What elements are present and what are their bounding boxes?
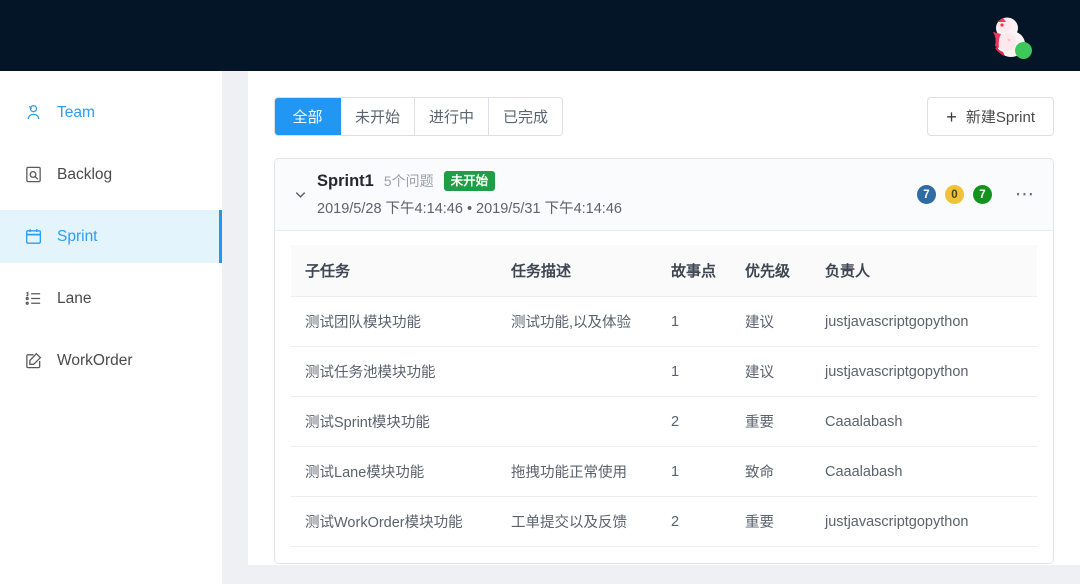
cell-owner: Caaalabash xyxy=(811,396,1037,447)
table-body: 测试团队模块功能 测试功能,以及体验 1 建议 justjavascriptgo… xyxy=(291,296,1037,547)
sprint-card-header[interactable]: Sprint1 5个问题 未开始 2019/5/28 下午4:14:46 • 2… xyxy=(275,159,1053,231)
table-row[interactable]: 测试Sprint模块功能 2 重要 Caaalabash xyxy=(291,396,1037,447)
cell-priority: 建议 xyxy=(731,296,811,347)
filter-tab-completed[interactable]: 已完成 xyxy=(489,98,563,135)
sprint-info: Sprint1 5个问题 未开始 2019/5/28 下午4:14:46 • 2… xyxy=(313,171,917,218)
cell-subtask: 测试团队模块功能 xyxy=(291,296,497,347)
cell-owner: Caaalabash xyxy=(811,446,1037,497)
cell-owner: justjavascriptgopython xyxy=(811,296,1037,347)
app-root: Team Backlog Sprint Lane WorkOrder 全部 未开… xyxy=(0,0,1080,584)
status-badge: 未开始 xyxy=(443,171,496,191)
cell-priority: 致命 xyxy=(731,446,811,497)
column-header-owner: 负责人 xyxy=(811,245,1037,297)
chevron-down-icon[interactable] xyxy=(287,187,313,202)
status-filter-group: 全部 未开始 进行中 已完成 xyxy=(274,97,564,136)
edit-note-icon xyxy=(24,351,43,370)
sidebar: Team Backlog Sprint Lane WorkOrder xyxy=(0,71,222,584)
filter-tab-label: 未开始 xyxy=(355,109,401,126)
backlog-icon xyxy=(24,165,43,184)
cell-points: 1 xyxy=(657,446,731,497)
filter-tab-label: 已完成 xyxy=(503,109,549,126)
filter-tab-label: 全部 xyxy=(292,109,323,126)
subtask-table-container: 子任务 任务描述 故事点 优先级 负责人 测试团队模块功能 测试功能,以及体验 … xyxy=(275,231,1053,563)
plus-icon: + xyxy=(946,106,957,127)
cell-description xyxy=(497,346,657,397)
cell-subtask: 测试Sprint模块功能 xyxy=(291,396,497,447)
team-icon xyxy=(24,103,43,122)
cell-description xyxy=(497,396,657,447)
cell-owner: justjavascriptgopython xyxy=(811,496,1037,547)
table-row[interactable]: 测试团队模块功能 测试功能,以及体验 1 建议 justjavascriptgo… xyxy=(291,296,1037,347)
table-row[interactable]: 测试任务池模块功能 1 建议 justjavascriptgopython xyxy=(291,346,1037,397)
new-sprint-label: 新建Sprint xyxy=(965,109,1035,126)
online-status-dot xyxy=(1015,42,1032,59)
filter-tab-not-started[interactable]: 未开始 xyxy=(341,98,416,135)
table-row[interactable]: 测试Lane模块功能 拖拽功能正常使用 1 致命 Caaalabash xyxy=(291,446,1037,497)
top-header-bar xyxy=(0,0,1080,71)
column-header-subtask: 子任务 xyxy=(291,245,497,297)
column-header-priority: 优先级 xyxy=(731,245,811,297)
sprint-title-row: Sprint1 5个问题 未开始 xyxy=(317,171,917,191)
cell-points: 2 xyxy=(657,396,731,447)
column-header-points: 故事点 xyxy=(657,245,731,297)
cell-subtask: 测试任务池模块功能 xyxy=(291,346,497,397)
count-badge-done: 7 xyxy=(973,185,992,204)
table-header-row: 子任务 任务描述 故事点 优先级 负责人 xyxy=(291,245,1037,297)
filter-tab-all[interactable]: 全部 xyxy=(275,98,341,135)
sidebar-item-label: Sprint xyxy=(57,227,98,245)
subtask-table: 子任务 任务描述 故事点 优先级 负责人 测试团队模块功能 测试功能,以及体验 … xyxy=(291,245,1037,547)
table-row[interactable]: 测试WorkOrder模块功能 工单提交以及反馈 2 重要 justjavasc… xyxy=(291,496,1037,547)
sprint-name: Sprint1 xyxy=(317,171,374,190)
sidebar-item-label: Backlog xyxy=(57,165,113,183)
calendar-icon xyxy=(24,227,43,246)
cell-description: 拖拽功能正常使用 xyxy=(497,446,657,497)
sidebar-item-sprint[interactable]: Sprint xyxy=(0,210,222,263)
sidebar-item-label: Team xyxy=(57,103,95,121)
avatar[interactable] xyxy=(983,12,1035,62)
cell-description: 测试功能,以及体验 xyxy=(497,296,657,347)
sprint-date-range: 2019/5/28 下午4:14:46 • 2019/5/31 下午4:14:4… xyxy=(317,201,622,217)
sprint-card: Sprint1 5个问题 未开始 2019/5/28 下午4:14:46 • 2… xyxy=(274,158,1054,564)
table-head: 子任务 任务描述 故事点 优先级 负责人 xyxy=(291,245,1037,297)
sidebar-item-backlog[interactable]: Backlog xyxy=(0,148,222,201)
sidebar-item-team[interactable]: Team xyxy=(0,86,222,139)
sidebar-item-label: WorkOrder xyxy=(57,351,133,369)
sidebar-item-lane[interactable]: Lane xyxy=(0,272,222,325)
cell-points: 2 xyxy=(657,496,731,547)
filter-tab-in-progress[interactable]: 进行中 xyxy=(415,98,490,135)
cell-priority: 重要 xyxy=(731,396,811,447)
sidebar-item-workorder[interactable]: WorkOrder xyxy=(0,334,222,387)
toolbar: 全部 未开始 进行中 已完成 + 新建Sprint xyxy=(274,97,1054,136)
cell-subtask: 测试Lane模块功能 xyxy=(291,446,497,497)
sprint-counters: 7 0 7 ⋯ xyxy=(917,185,1035,204)
new-sprint-button[interactable]: + 新建Sprint xyxy=(927,97,1054,136)
cell-points: 1 xyxy=(657,346,731,397)
cell-subtask: 测试WorkOrder模块功能 xyxy=(291,496,497,547)
count-badge-todo: 7 xyxy=(917,185,936,204)
main-content-panel: 全部 未开始 进行中 已完成 + 新建Sprint Sprint1 5个问题 未… xyxy=(248,71,1080,565)
list-icon xyxy=(24,289,43,308)
column-header-description: 任务描述 xyxy=(497,245,657,297)
cell-owner: justjavascriptgopython xyxy=(811,346,1037,397)
sidebar-item-label: Lane xyxy=(57,289,92,307)
filter-tab-label: 进行中 xyxy=(429,109,475,126)
cell-priority: 重要 xyxy=(731,496,811,547)
ellipsis-icon[interactable]: ⋯ xyxy=(1015,185,1035,204)
sprint-issue-count: 5个问题 xyxy=(383,173,434,189)
cell-points: 1 xyxy=(657,296,731,347)
count-badge-doing: 0 xyxy=(945,185,964,204)
cell-description: 工单提交以及反馈 xyxy=(497,496,657,547)
cell-priority: 建议 xyxy=(731,346,811,397)
